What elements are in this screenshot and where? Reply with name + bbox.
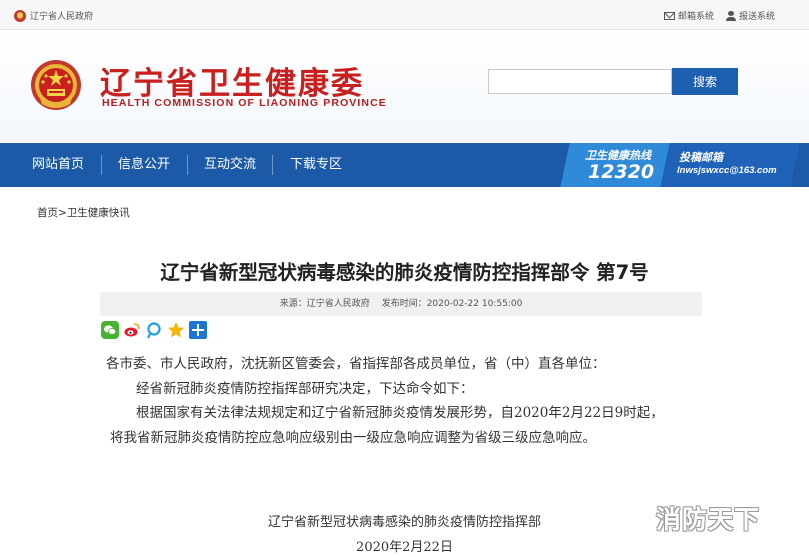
wechat-icon[interactable]	[101, 321, 119, 339]
site-header: 辽宁省卫生健康委 HEALTH COMMISSION OF LIAONING P…	[0, 30, 809, 142]
article-published-time: 发布时间：2020-02-22 10:55:00	[381, 299, 523, 309]
search-input[interactable]	[488, 69, 672, 94]
article-paragraph: 各市委、市人民政府，沈抚新区管委会，省指挥部各成员单位，省（中）直各单位：	[106, 356, 606, 372]
top-utility-bar: 辽宁省人民政府 邮箱系统 报送系统	[0, 0, 809, 30]
article-body: 各市委、市人民政府，沈抚新区管委会，省指挥部各成员单位，省（中）直各单位： 经省…	[106, 352, 710, 450]
nav-item-downloads[interactable]: 下载专区	[290, 143, 342, 187]
more-icon[interactable]	[189, 321, 207, 339]
breadcrumb-current[interactable]: 卫生健康快讯	[67, 207, 130, 219]
mail-icon	[663, 11, 675, 20]
hotline-number: 12320	[588, 161, 655, 183]
nav-divider	[187, 155, 188, 175]
gov-link[interactable]: 辽宁省人民政府	[14, 9, 93, 22]
breadcrumb: 首页>卫生健康快讯	[37, 205, 130, 220]
submit-system-link[interactable]: 报送系统	[725, 9, 775, 22]
mail-system-link[interactable]: 邮箱系统	[663, 9, 714, 22]
article-paragraph: 经省新冠肺炎疫情防控指挥部研究决定，下达命令如下：	[136, 380, 474, 397]
site-title-en: HEALTH COMMISSION OF LIAONING PROVINCE	[102, 97, 387, 109]
favorite-icon[interactable]	[167, 321, 185, 339]
user-icon	[725, 10, 736, 21]
mail-system-label: 邮箱系统	[677, 12, 714, 22]
watermark: 消防天下	[656, 505, 761, 534]
submit-system-label: 报送系统	[738, 12, 775, 22]
weibo-icon[interactable]	[123, 321, 141, 339]
breadcrumb-home[interactable]: 首页	[37, 207, 58, 219]
mailbox-address[interactable]: lnwsjswxcc@163.com	[677, 165, 777, 176]
article-paragraph: 将我省新冠肺炎疫情防控应急响应级别由一级应急响应调整为省级三级应急响应。	[110, 429, 596, 446]
nav-item-home[interactable]: 网站首页	[32, 143, 84, 187]
nav-item-info-disclosure[interactable]: 信息公开	[118, 143, 170, 187]
qzone-icon[interactable]	[145, 321, 163, 339]
article-source: 来源：辽宁省人民政府	[279, 299, 370, 309]
mailbox-label: 投稿邮箱	[679, 151, 723, 164]
article-paragraph: 根据国家有关法律法规规定和辽宁省新冠肺炎疫情发展形势，自2020年2月22日9时…	[136, 405, 664, 421]
national-emblem-logo	[31, 60, 81, 110]
national-emblem-icon	[14, 9, 26, 22]
share-toolbar	[101, 321, 207, 339]
nav-divider	[272, 155, 273, 175]
nav-divider	[101, 155, 102, 175]
signature-date: 2020年2月22日	[356, 540, 453, 555]
article-title: 辽宁省新型冠状病毒感染的肺炎疫情防控指挥部令 第7号	[160, 261, 649, 284]
gov-link-label: 辽宁省人民政府	[30, 12, 94, 22]
nav-item-interaction[interactable]: 互动交流	[204, 143, 256, 187]
search-button[interactable]: 搜索	[672, 68, 738, 95]
article-meta: 来源：辽宁省人民政府 发布时间：2020-02-22 10:55:00	[100, 292, 702, 316]
breadcrumb-separator: >	[58, 207, 67, 219]
